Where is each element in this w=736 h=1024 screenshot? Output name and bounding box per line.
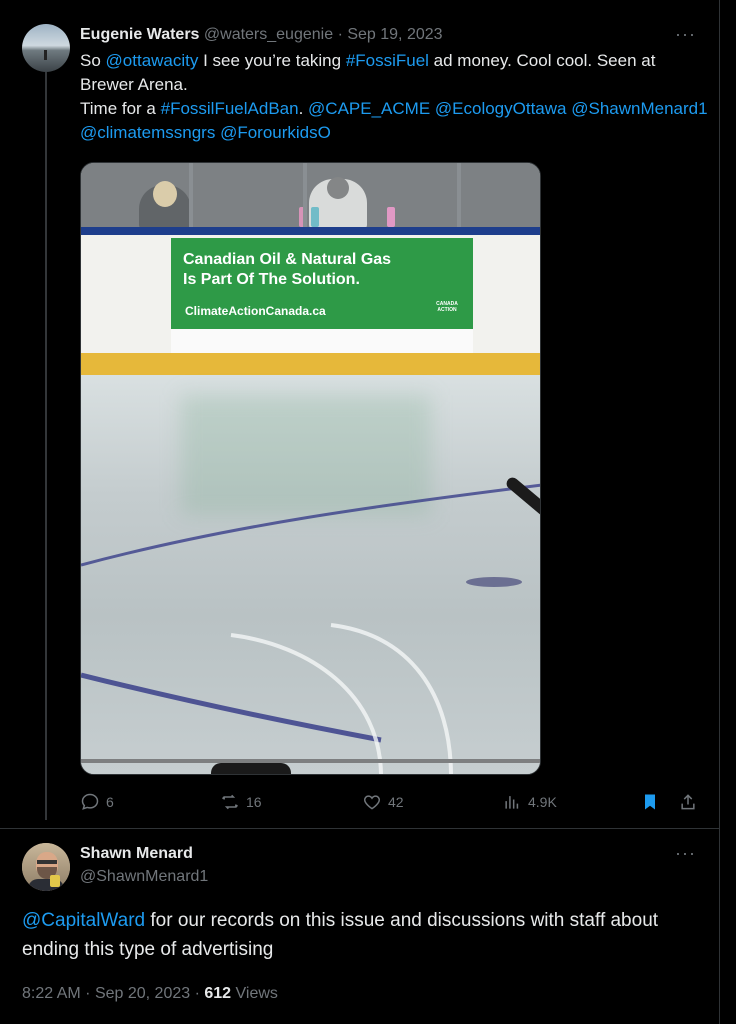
ad-banner-strip: [171, 329, 473, 353]
display-name[interactable]: Shawn Menard: [80, 845, 193, 863]
analytics-icon: [505, 796, 519, 809]
reply-button[interactable]: 6: [80, 790, 114, 814]
avatar-figure: [44, 50, 47, 60]
tweet-time[interactable]: 8:22 AM: [22, 985, 81, 1002]
avatar[interactable]: [22, 24, 70, 72]
handle[interactable]: @waters_eugenie: [204, 26, 333, 43]
rink-glass: [81, 163, 540, 227]
tweet-text: So @ottawacity I see you’re taking #Foss…: [80, 49, 710, 145]
tweet-text-segment: So: [80, 51, 106, 70]
faceoff-dot: [466, 577, 522, 587]
reply-icon: [81, 793, 99, 810]
glass-post: [189, 163, 193, 227]
glass-post: [303, 163, 307, 227]
share-button[interactable]: [678, 790, 698, 814]
tweet-thread: Eugenie Waters @waters_eugenie · Sep 19,…: [0, 0, 736, 1024]
tweet-meta: 8:22 AM · Sep 20, 2023 · 612 Views: [22, 985, 278, 1003]
helmet: [211, 763, 291, 774]
retweet-icon: [221, 794, 239, 810]
ice-markings: [81, 483, 540, 774]
thread-connector-line: [45, 72, 47, 820]
separator: ·: [85, 985, 91, 1002]
kickplate: [81, 353, 540, 375]
bench-rail: [81, 759, 540, 763]
view-count: 4.9K: [528, 794, 557, 810]
ad-subheadline: Is Part Of The Solution.: [183, 271, 360, 288]
more-options-icon[interactable]: ···: [675, 843, 696, 864]
mention-link[interactable]: @CAPE_ACME: [308, 99, 430, 118]
mention-link[interactable]: @ForourkidsO: [220, 123, 331, 142]
board-rim: [81, 227, 540, 235]
mention-link[interactable]: @EcologyOttawa: [435, 99, 567, 118]
separator: ·: [194, 985, 200, 1002]
like-button[interactable]: 42: [362, 790, 404, 814]
tweet-date[interactable]: Sep 19, 2023: [347, 26, 442, 43]
tweet-actions: 6 16 42 4.9K: [80, 790, 700, 814]
views-label: Views: [235, 985, 278, 1002]
tweet-text-segment: Time for a: [80, 99, 161, 118]
tweet-header: Eugenie Waters @waters_eugenie · Sep 19,…: [80, 26, 443, 44]
tweet-text-segment: .: [298, 99, 309, 118]
retweet-button[interactable]: 16: [220, 790, 262, 814]
column-border: [719, 0, 720, 1024]
separator: ·: [337, 26, 343, 43]
views-count: 612: [204, 985, 232, 1002]
handle[interactable]: @ShawnMenard1: [80, 868, 208, 886]
retweet-count: 16: [246, 794, 262, 810]
views-button[interactable]: 4.9K: [502, 790, 557, 814]
heart-icon: [363, 795, 381, 810]
mention-link[interactable]: @ottawacity: [106, 51, 199, 70]
ad-logo: CANADA ACTION: [436, 301, 458, 313]
avatar[interactable]: [22, 843, 70, 891]
tweet-photo[interactable]: Canadian Oil & Natural Gas Is Part Of Th…: [80, 162, 541, 775]
glass-post: [457, 163, 461, 227]
mention-link[interactable]: @climatemssngrs: [80, 123, 215, 142]
share-icon: [681, 794, 695, 810]
ice-surface: [81, 375, 540, 774]
mention-link[interactable]: @ShawnMenard1: [571, 99, 707, 118]
reply-count: 6: [106, 794, 114, 810]
tweet-date[interactable]: Sep 20, 2023: [95, 985, 190, 1002]
tweet-text-segment: I see you’re taking: [198, 51, 346, 70]
mention-link[interactable]: #FossilFuelAdBan: [161, 99, 299, 118]
ad-url: ClimateActionCanada.ca: [185, 304, 326, 318]
display-name[interactable]: Eugenie Waters: [80, 26, 199, 43]
mention-link[interactable]: @CapitalWard: [22, 910, 145, 931]
bookmark-button[interactable]: [640, 790, 660, 814]
tweet-text: @CapitalWard for our records on this iss…: [22, 906, 702, 964]
mention-link[interactable]: #FossiFuel: [346, 51, 429, 70]
like-count: 42: [388, 794, 404, 810]
ad-headline: Canadian Oil & Natural Gas: [183, 251, 392, 268]
more-options-icon[interactable]: ···: [675, 24, 696, 45]
bookmark-icon: [645, 794, 655, 810]
tweet-divider: [0, 828, 720, 829]
